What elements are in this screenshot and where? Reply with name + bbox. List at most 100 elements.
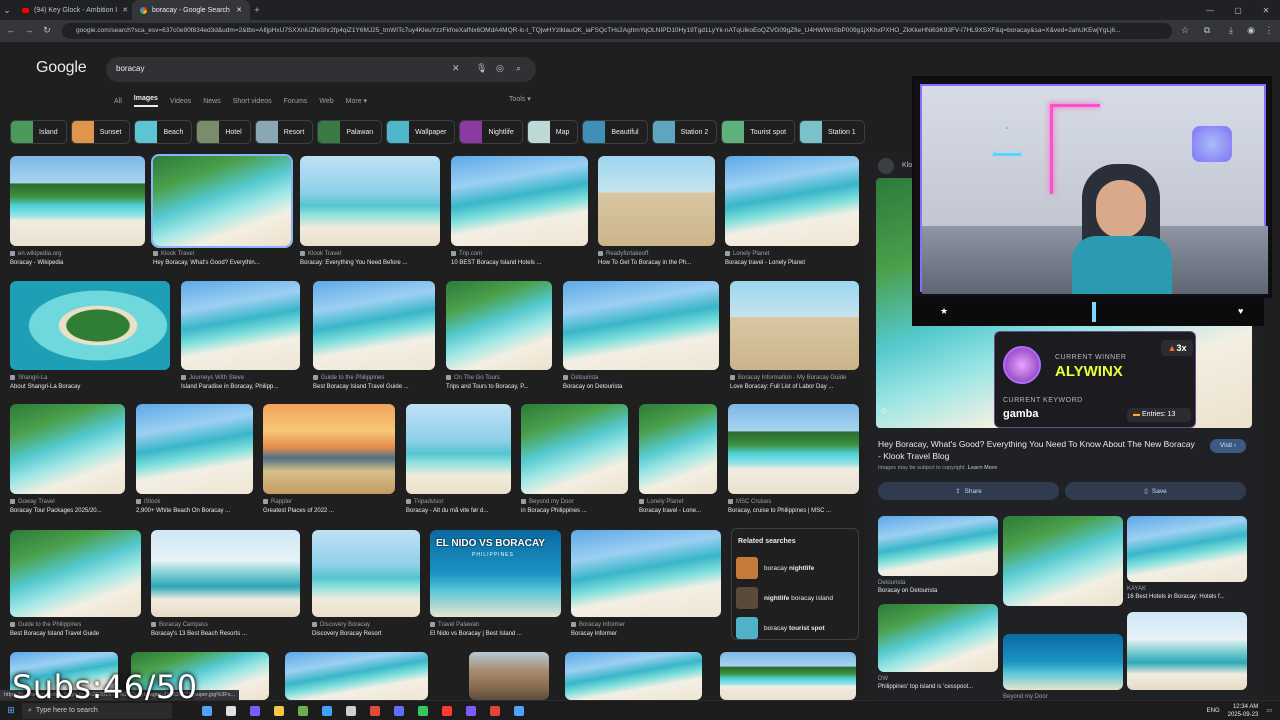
taskbar-app-icon[interactable] [250, 705, 260, 716]
save-button[interactable]: ▯ Save [1065, 482, 1246, 500]
result-image[interactable] [313, 281, 435, 370]
result-title[interactable]: Hey Boracay, What's Good? Everythin... [153, 259, 291, 268]
result-image[interactable]: EL NIDO VS BORACAY PHILIPPINES [430, 530, 561, 617]
profile-icon[interactable]: ◉ [1244, 25, 1258, 36]
preview-source[interactable]: Klo [902, 162, 912, 169]
tab-videos[interactable]: Videos [170, 98, 191, 105]
result-source[interactable]: Guide to the Philippines [313, 374, 435, 383]
chip-wallpaper[interactable]: Wallpaper [386, 120, 456, 144]
result-title[interactable]: Boracay, cruise to Philippines | MSC ... [728, 507, 859, 516]
tools-button[interactable]: Tools ▾ [509, 95, 531, 103]
chip-hotel[interactable]: Hotel [196, 120, 251, 144]
result-image[interactable] [725, 156, 859, 246]
chip-nightlife[interactable]: Nightlife [459, 120, 523, 144]
chip-island[interactable]: Island [10, 120, 67, 144]
result-title[interactable]: Boracay on Detourista [563, 383, 719, 392]
lens-search-icon[interactable]: ⊚ [880, 406, 888, 417]
result-title[interactable]: Boracay travel - Lonely Planet [725, 259, 859, 268]
close-icon[interactable]: ✕ [122, 6, 128, 14]
result-image[interactable] [451, 156, 588, 246]
reload-icon[interactable]: ↻ [40, 25, 54, 36]
clear-icon[interactable]: ✕ [452, 63, 460, 74]
chip-map[interactable]: Map [526, 120, 579, 144]
result-image[interactable] [151, 530, 300, 617]
result-source[interactable]: Travel Palawan [430, 621, 561, 630]
result-image[interactable] [10, 281, 170, 370]
chip-station-2[interactable]: Station 2 [651, 120, 718, 144]
taskbar-app-icon[interactable] [322, 705, 332, 716]
result-title[interactable]: Boracay travel - Lone... [639, 507, 717, 516]
related-item-1[interactable]: boracay nightlife [736, 557, 814, 579]
panel-image[interactable] [1127, 612, 1247, 690]
panel-image[interactable] [1003, 634, 1123, 690]
result-title[interactable]: in Boracay Philippines ... [521, 507, 628, 516]
taskbar-app-icon[interactable] [490, 705, 500, 716]
result-source[interactable]: iStock [136, 498, 253, 507]
result-image[interactable] [10, 404, 125, 494]
result-image[interactable] [181, 281, 300, 370]
result-source[interactable]: Boracay Information - My Boracay Guide [730, 374, 859, 383]
result-source[interactable]: Readyfortakeoff [598, 250, 715, 259]
extensions-icon[interactable]: ⧉ [1200, 25, 1214, 36]
panel-image[interactable] [878, 516, 998, 576]
related-item-2[interactable]: nightlife boracay island [736, 587, 833, 609]
tab-images[interactable]: Images [133, 95, 158, 107]
result-source[interactable]: Detourista [563, 374, 719, 383]
result-image[interactable] [312, 530, 420, 617]
result-source[interactable]: Lonely Planet [725, 250, 859, 259]
result-image[interactable] [565, 652, 702, 700]
taskbar-app-icon[interactable] [370, 705, 380, 716]
address-bar[interactable]: google.com/search?sca_esv=637c0e90f834ed… [62, 23, 1172, 39]
tab-more[interactable]: More ▾ [346, 97, 367, 105]
taskbar-app-icon[interactable] [442, 705, 452, 716]
tab-youtube[interactable]: (94) Key Glock - Ambition I ✕ [14, 0, 132, 20]
search-icon[interactable]: ⌕ [516, 63, 521, 74]
related-item-3[interactable]: boracay tourist spot [736, 617, 825, 639]
visit-button[interactable]: Visit › [1210, 439, 1246, 453]
result-source[interactable]: Lonely Planet [639, 498, 717, 507]
taskbar-app-icon[interactable] [514, 705, 524, 716]
chip-beach[interactable]: Beach [134, 120, 193, 144]
search-box[interactable]: boracay ✕ 🎙 ◎ ⌕ [106, 57, 536, 82]
panel-image-title[interactable]: 16 Best Hotels in Boracay: Hotels f... [1127, 593, 1247, 602]
menu-icon[interactable]: ⋮ [1262, 25, 1276, 36]
clock[interactable]: 12:34 AM 2025-09-23 [1228, 703, 1259, 719]
result-title[interactable]: How To Get To Boracay in the Ph... [598, 259, 715, 268]
taskbar-search[interactable]: ⌕ Type here to search [22, 702, 172, 719]
result-title[interactable]: Boracay Tour Packages 2025/20... [10, 507, 125, 516]
result-title[interactable]: Boracay - Alt du må vite før d... [406, 507, 511, 516]
result-image[interactable] [730, 281, 859, 370]
search-input[interactable]: boracay [116, 64, 144, 73]
result-image[interactable] [720, 652, 856, 700]
result-source[interactable]: Klook Travel [300, 250, 440, 259]
back-icon[interactable]: ← [4, 25, 18, 35]
result-source[interactable]: Boracay Informer [571, 621, 721, 630]
taskbar-app-icon[interactable] [394, 705, 404, 716]
google-logo[interactable]: Google [36, 59, 87, 77]
result-image[interactable] [285, 652, 428, 700]
result-source[interactable]: Shangri-La [10, 374, 170, 383]
result-image[interactable] [469, 652, 549, 700]
result-title[interactable]: Island Paradise in Boracay, Philipp... [181, 383, 300, 392]
windows-start-icon[interactable]: ⊞ [0, 705, 22, 716]
result-title[interactable]: El Nido vs Boracay | Best Island ... [430, 630, 561, 639]
chip-beautiful[interactable]: Beautiful [582, 120, 648, 144]
result-image[interactable] [598, 156, 715, 246]
result-source[interactable]: Rappler [263, 498, 395, 507]
result-title[interactable]: Best Boracay Island Travel Guide ... [313, 383, 435, 392]
result-title[interactable]: Trips and Tours to Boracay, P... [446, 383, 552, 392]
tab-short-videos[interactable]: Short videos [233, 98, 272, 105]
panel-image[interactable] [1003, 516, 1123, 606]
taskbar-app-icon[interactable] [466, 705, 476, 716]
result-image[interactable] [300, 156, 440, 246]
result-image[interactable] [151, 154, 293, 248]
maximize-icon[interactable]: ▢ [1224, 6, 1252, 15]
panel-image[interactable] [1127, 516, 1247, 582]
lens-icon[interactable]: ◎ [496, 63, 504, 74]
result-image[interactable] [10, 530, 141, 617]
chip-tourist-spot[interactable]: Tourist spot [721, 120, 796, 144]
result-title[interactable]: Boracay - Wikipedia [10, 259, 145, 268]
language-indicator[interactable]: ENG [1207, 708, 1220, 714]
chip-station-1[interactable]: Station 1 [799, 120, 865, 144]
share-button[interactable]: ⇪ Share [878, 482, 1059, 500]
